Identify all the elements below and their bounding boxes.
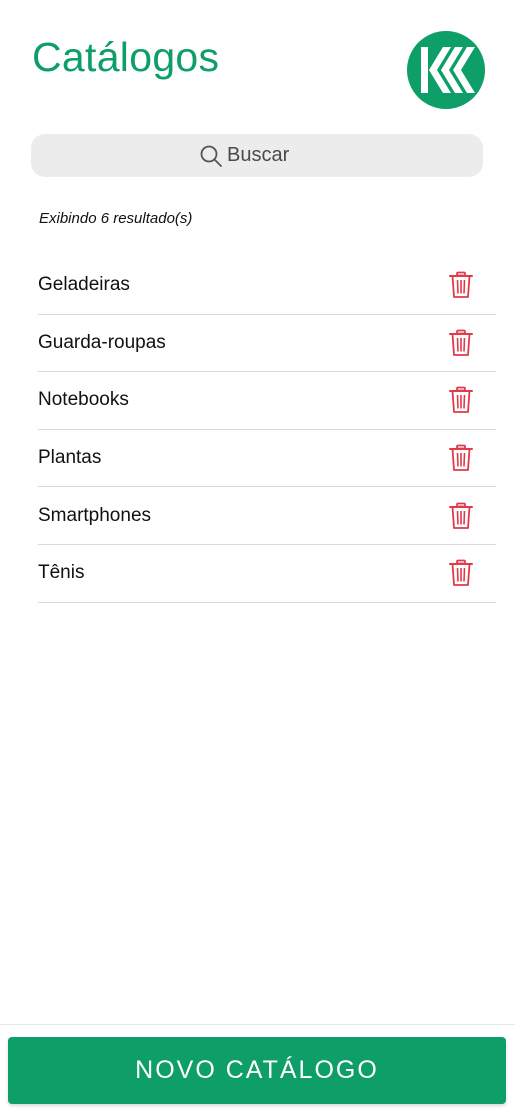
catalog-item-tenis[interactable]: Tênis [38,545,496,603]
header: Catálogos [0,0,515,120]
catalog-item-label: Geladeiras [38,274,130,296]
new-catalog-button[interactable]: NOVO CATÁLOGO [8,1037,506,1104]
catalog-item-geladeiras[interactable]: Geladeiras [38,257,496,315]
trash-icon[interactable] [448,559,474,587]
catalog-item-label: Tênis [38,562,85,584]
trash-icon[interactable] [448,444,474,472]
trash-icon[interactable] [448,502,474,530]
search-bar[interactable] [31,134,483,177]
catalog-item-guarda-roupas[interactable]: Guarda-roupas [38,315,496,373]
kk-logo-icon[interactable] [407,31,485,109]
search-input[interactable] [227,144,307,167]
results-count: Exibindo 6 resultado(s) [39,210,193,227]
catalog-item-label: Smartphones [38,504,152,526]
catalog-item-plantas[interactable]: Plantas [38,430,496,488]
trash-icon[interactable] [448,271,474,299]
catalog-list: Geladeiras Guarda-roupas Notebooks Plant… [38,257,496,603]
catalog-item-notebooks[interactable]: Notebooks [38,372,496,430]
catalog-item-label: Guarda-roupas [38,331,166,353]
footer-divider [0,1024,515,1025]
trash-icon[interactable] [448,386,474,414]
page-title: Catálogos [32,34,220,80]
catalog-item-smartphones[interactable]: Smartphones [38,487,496,545]
search-icon [200,145,222,167]
trash-icon[interactable] [448,329,474,357]
catalog-item-label: Notebooks [38,389,129,411]
catalog-item-label: Plantas [38,447,102,469]
